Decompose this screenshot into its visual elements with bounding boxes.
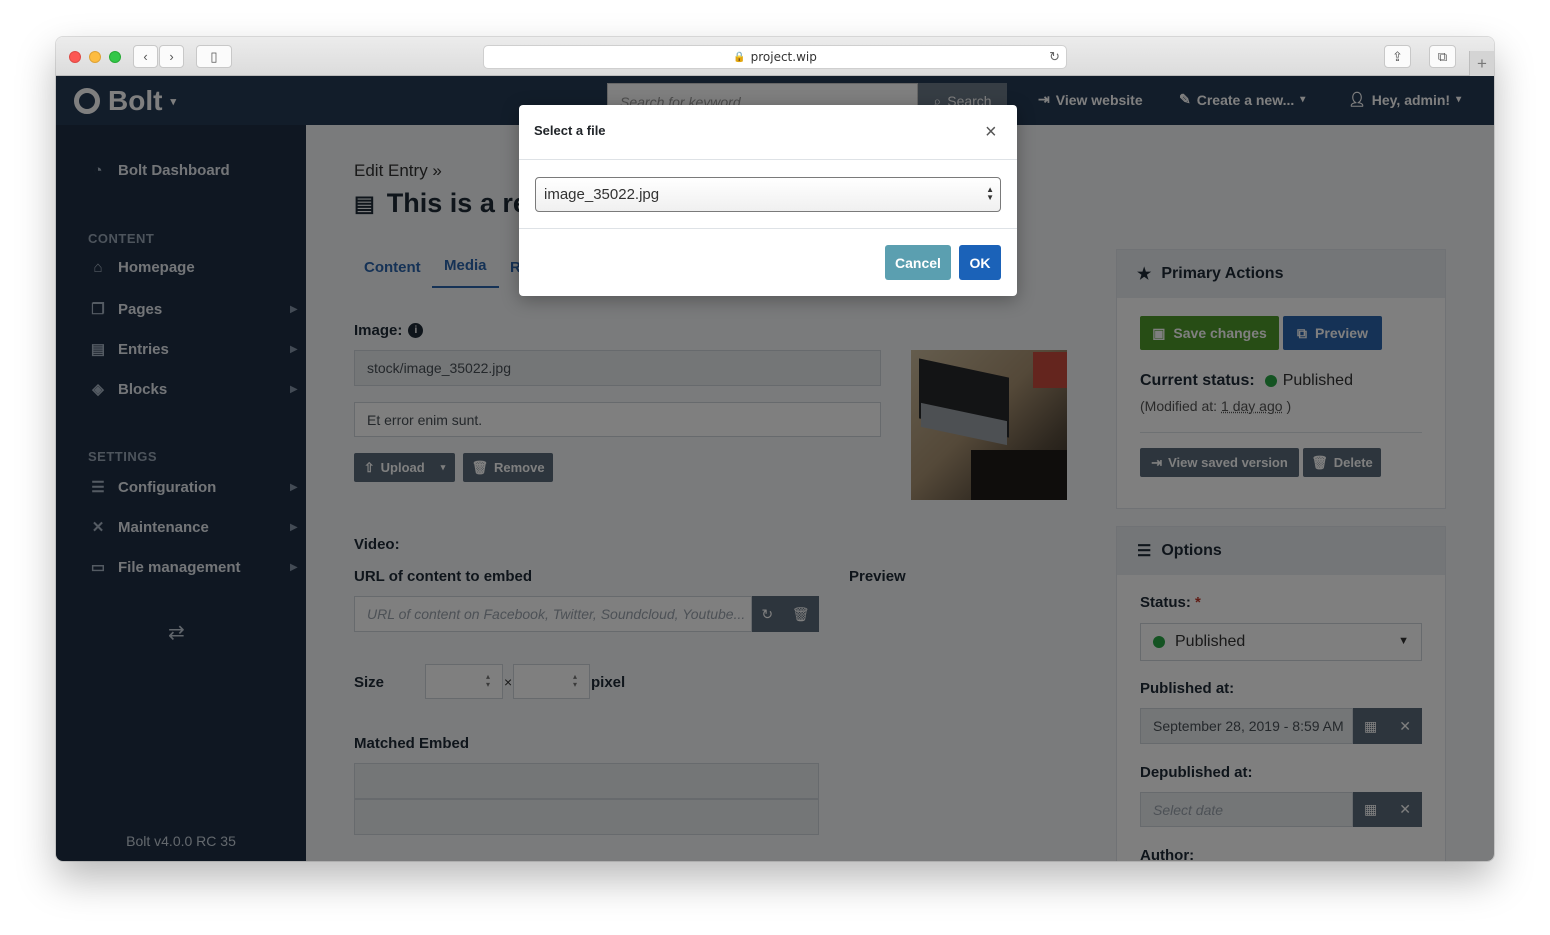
modal-header-divider [519,159,1017,160]
sidebar-toggle-button[interactable]: ▯ [196,45,232,68]
close-icon[interactable]: × [985,121,997,144]
share-icon: ⇪ [1392,48,1403,64]
cancel-button[interactable]: Cancel [885,245,951,280]
address-bar[interactable]: 🔒 project.wip ↻ [483,45,1067,69]
forward-button[interactable]: › [159,45,184,68]
plus-icon: + [1477,53,1487,73]
sidebar-icon: ▯ [210,48,218,64]
minimize-window-button[interactable] [89,51,101,63]
select-arrows-icon: ▲ ▼ [986,185,994,202]
bolt-app: Bolt ▾ Search for keyword ⌕ Search ⇥ Vie… [56,76,1494,861]
tabs-button[interactable]: ⧉ [1429,45,1456,68]
chevron-left-icon: ‹ [143,49,148,64]
chevron-right-icon: › [169,49,174,64]
file-select-value: image_35022.jpg [544,186,660,203]
new-tab-button[interactable]: + [1469,51,1494,76]
url-text: project.wip [750,50,817,64]
browser-window: ‹ › ▯ 🔒 project.wip ↻ ⇪ ⧉ + Bolt ▾ Searc… [56,37,1494,861]
back-button[interactable]: ‹ [133,45,158,68]
tabs-icon: ⧉ [1437,48,1448,64]
lock-icon: 🔒 [733,51,746,63]
share-button[interactable]: ⇪ [1384,45,1411,68]
select-file-modal: Select a file × image_35022.jpg ▲ ▼ Cance… [519,105,1017,296]
modal-title: Select a file [534,123,606,138]
close-window-button[interactable] [69,51,81,63]
modal-footer-divider [519,228,1017,229]
file-select[interactable]: image_35022.jpg ▲ ▼ [535,177,1001,212]
reload-icon[interactable]: ↻ [1049,50,1060,65]
ok-button[interactable]: OK [959,245,1001,280]
zoom-window-button[interactable] [109,51,121,63]
browser-toolbar: ‹ › ▯ 🔒 project.wip ↻ ⇪ ⧉ + [56,37,1494,76]
